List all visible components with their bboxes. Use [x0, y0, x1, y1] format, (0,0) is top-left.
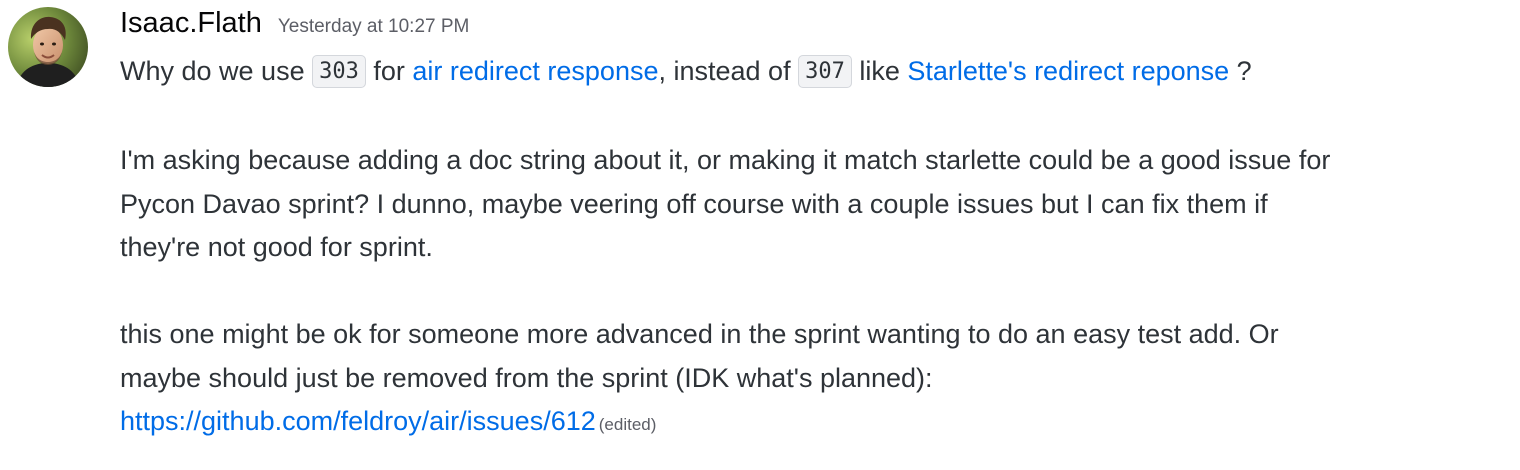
inline-code-307: 307: [798, 55, 852, 88]
github-issue-link[interactable]: https://github.com/feldroy/air/issues/61…: [120, 406, 596, 436]
message-content: Why do we use 303 for air redirect respo…: [120, 50, 1480, 447]
username[interactable]: Isaac.Flath: [120, 7, 262, 40]
message-header: Isaac.Flath Yesterday at 10:27 PM: [120, 7, 469, 40]
paragraph-question: Why do we use 303 for air redirect respo…: [120, 50, 1480, 96]
link-air-redirect-response[interactable]: air redirect response: [412, 56, 658, 86]
edited-indicator[interactable]: (edited): [599, 415, 657, 434]
text-segment: Why do we use: [120, 56, 313, 86]
paragraph-line: I'm asking because adding a doc string a…: [120, 145, 1331, 175]
paragraph-line: this one might be ok for someone more ad…: [120, 319, 1279, 349]
text-segment: for: [365, 56, 413, 86]
paragraph-line: Pycon Davao sprint? I dunno, maybe veeri…: [120, 188, 1268, 219]
paragraph-line: maybe should just be removed from the sp…: [120, 362, 933, 393]
text-segment: like: [851, 56, 908, 86]
link-starlette-redirect-response[interactable]: Starlette's redirect reponse: [907, 56, 1229, 86]
paragraph-link-line: https://github.com/feldroy/air/issues/61…: [120, 400, 1480, 447]
text-segment: ?: [1229, 56, 1252, 86]
chat-message: Isaac.Flath Yesterday at 10:27 PM Why do…: [0, 0, 1520, 470]
paragraph-line: they're not good for sprint.: [120, 232, 433, 262]
avatar[interactable]: [8, 7, 88, 87]
inline-code-303: 303: [312, 55, 366, 88]
text-segment: , instead of: [658, 56, 799, 86]
timestamp[interactable]: Yesterday at 10:27 PM: [278, 16, 470, 38]
avatar-image: [8, 7, 88, 87]
